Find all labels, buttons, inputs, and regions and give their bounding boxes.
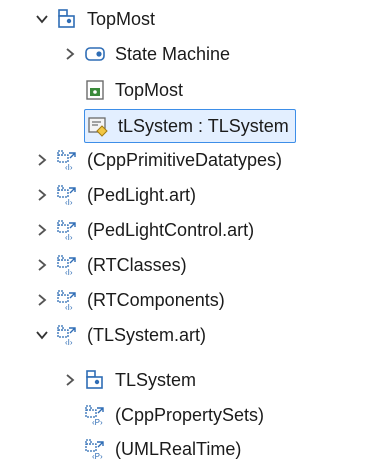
- chevron-right-icon[interactable]: [62, 372, 78, 388]
- tree-item-label: State Machine: [115, 44, 231, 64]
- tree-item-tlsystem-package[interactable]: TLSystem: [62, 363, 198, 397]
- state-machine-icon: [84, 43, 106, 65]
- svg-text:‹I›: ‹I›: [65, 163, 73, 171]
- tree-item-rtclasses[interactable]: ‹I› (RTClasses): [34, 248, 189, 282]
- imported-package-icon: ‹I›: [56, 324, 78, 346]
- tree-item-label: (UMLRealTime): [115, 439, 242, 459]
- chevron-right-icon[interactable]: [34, 257, 50, 273]
- svg-text:‹P›: ‹P›: [92, 452, 103, 460]
- tree-item-label: (PedLightControl.art): [87, 220, 255, 240]
- tree-item-label: (CppPropertySets): [115, 405, 265, 425]
- part-icon: [87, 115, 109, 137]
- imported-package-icon: ‹I›: [56, 219, 78, 241]
- model-explorer-tree: TopMost State Machine TopMost tLSystem:…: [0, 0, 378, 466]
- chevron-right-icon[interactable]: [34, 152, 50, 168]
- tree-item-label: TopMost: [87, 9, 156, 29]
- tree-item-label: (TLSystem.art): [87, 325, 207, 345]
- chevron-right-icon[interactable]: [34, 222, 50, 238]
- svg-text:‹I›: ‹I›: [65, 233, 73, 241]
- svg-text:‹P›: ‹P›: [92, 418, 103, 426]
- svg-text:‹I›: ‹I›: [65, 303, 73, 311]
- imported-package-icon: ‹I›: [56, 289, 78, 311]
- chevron-right-icon[interactable]: [34, 292, 50, 308]
- tree-item-topmost-diagram[interactable]: TopMost: [84, 73, 185, 107]
- tree-item-cpppropertysets[interactable]: ‹P› (CppPropertySets): [84, 398, 266, 432]
- imported-package-icon: ‹I›: [56, 149, 78, 171]
- tree-item-pedlightcontrol-art[interactable]: ‹I› (PedLightControl.art): [34, 213, 256, 247]
- tree-item-label: TLSystem: [115, 370, 197, 390]
- chevron-down-icon[interactable]: [34, 327, 50, 343]
- svg-text:‹I›: ‹I›: [65, 338, 73, 346]
- chevron-down-icon[interactable]: [34, 11, 50, 27]
- tree-item-label: (RTClasses): [87, 255, 187, 275]
- tree-item-label: (CppPrimitiveDatatypes): [87, 150, 283, 170]
- tree-item-label: tLSystem : TLSystem: [118, 116, 289, 136]
- tree-item-cppprimitivedatatypes[interactable]: ‹I› (CppPrimitiveDatatypes): [34, 143, 284, 177]
- chevron-right-icon[interactable]: [62, 46, 78, 62]
- applied-profile-icon: ‹P›: [84, 438, 106, 460]
- applied-profile-icon: ‹P›: [84, 404, 106, 426]
- tree-item-state-machine[interactable]: State Machine: [62, 37, 232, 71]
- tree-item-umlrealtime[interactable]: ‹P› (UMLRealTime): [84, 432, 243, 466]
- tree-item-label: (RTComponents): [87, 290, 225, 310]
- svg-text:‹I›: ‹I›: [65, 198, 73, 206]
- tree-item-rtcomponents[interactable]: ‹I› (RTComponents): [34, 283, 227, 317]
- package-icon: [56, 8, 78, 30]
- tree-item-pedlight-art[interactable]: ‹I› (PedLight.art): [34, 178, 198, 212]
- tree-item-label: (PedLight.art): [87, 185, 197, 205]
- tree-item-label: TopMost: [115, 80, 184, 100]
- package-icon: [84, 369, 106, 391]
- svg-text:‹I›: ‹I›: [65, 268, 73, 276]
- imported-package-icon: ‹I›: [56, 254, 78, 276]
- tree-item-tlsystem-art[interactable]: ‹I› (TLSystem.art): [34, 318, 208, 352]
- diagram-icon: [84, 79, 106, 101]
- tree-item-tlsystem-part[interactable]: tLSystem : TLSystem: [84, 109, 296, 143]
- chevron-right-icon[interactable]: [34, 187, 50, 203]
- imported-package-icon: ‹I›: [56, 184, 78, 206]
- tree-item-topmost-package[interactable]: TopMost: [34, 2, 157, 36]
